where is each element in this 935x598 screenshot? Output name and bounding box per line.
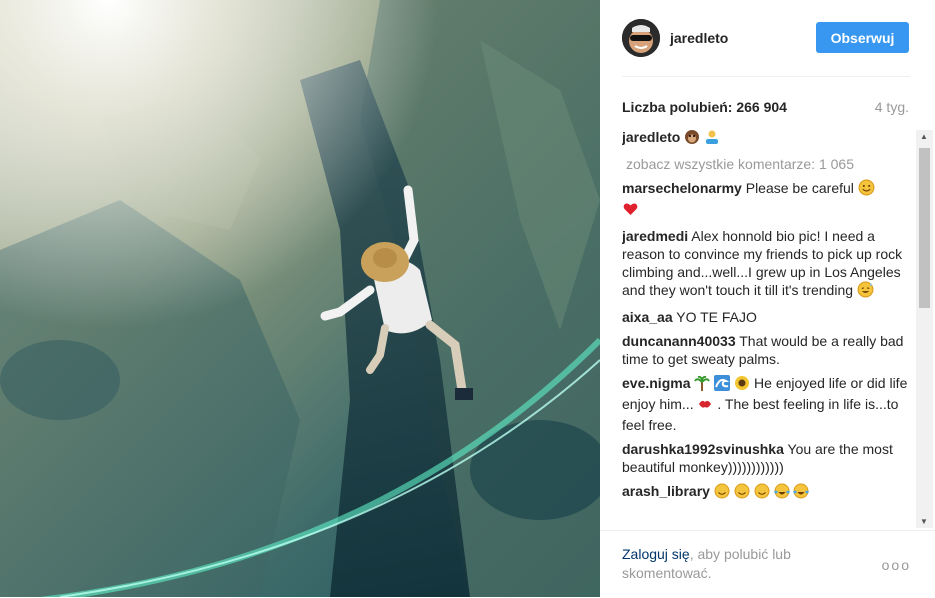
comment-username[interactable]: jaredmedi xyxy=(622,228,688,244)
likes-count[interactable]: Liczba polubień: 266 904 xyxy=(622,99,787,115)
comment-item: darushka1992svinushka You are the most b… xyxy=(622,440,912,476)
caption: jaredleto xyxy=(622,128,912,149)
comment-item: arash_library xyxy=(622,482,912,503)
sunflower-emoji-icon xyxy=(734,375,750,395)
comment-username[interactable]: arash_library xyxy=(622,483,710,499)
comment-item: duncanann40033 That would be a really ba… xyxy=(622,332,912,368)
comment-item: jaredmedi Alex honnold bio pic! I need a… xyxy=(622,227,912,302)
wave-emoji-icon xyxy=(714,375,731,395)
scroll-up-arrow-icon[interactable]: ▲ xyxy=(920,132,928,141)
comment-item: aixa_aa YO TE FAJO xyxy=(622,308,912,326)
avatar-image xyxy=(622,19,660,57)
heart-emoji-icon xyxy=(622,201,639,221)
caption-username[interactable]: jaredleto xyxy=(622,129,680,145)
comment-username[interactable]: duncanann40033 xyxy=(622,333,736,349)
swimmer-emoji-icon xyxy=(704,129,720,149)
more-options-icon[interactable]: ooo xyxy=(882,557,911,573)
post-header: jaredleto Obserwuj xyxy=(622,0,910,77)
climber-photo xyxy=(0,0,600,597)
comment-text: Please be careful xyxy=(745,180,854,196)
smile-emoji-icon xyxy=(858,179,875,200)
lips-emoji-icon xyxy=(697,396,713,416)
comments-scrollbar[interactable]: ▲ ▼ xyxy=(916,130,933,528)
comment-username[interactable]: darushka1992svinushka xyxy=(622,441,784,457)
comment-username[interactable]: aixa_aa xyxy=(622,309,673,325)
post-photo[interactable] xyxy=(0,0,600,597)
avatar[interactable] xyxy=(622,19,660,57)
post-age[interactable]: 4 tyg. xyxy=(875,99,909,115)
comments-list[interactable]: jaredleto zobacz wszystkie komentarze: 1… xyxy=(622,128,912,528)
comment-username[interactable]: marsechelonarmy xyxy=(622,180,742,196)
comment-item: eve.nigma He enjoyed life or did life en… xyxy=(622,374,912,434)
tears-of-joy-emoji-icon xyxy=(793,483,810,503)
login-prompt: Zaloguj się, aby polubić lub skomentować… xyxy=(622,545,842,583)
login-link[interactable]: Zaloguj się xyxy=(622,546,690,562)
username-link[interactable]: jaredleto xyxy=(670,30,728,46)
sweat-smile-emoji-icon xyxy=(857,281,874,302)
tears-of-joy-emoji-icon xyxy=(773,483,790,503)
view-all-comments-link[interactable]: zobacz wszystkie komentarze: 1 065 xyxy=(626,155,912,173)
comment-item: marsechelonarmy Please be careful xyxy=(622,179,912,221)
post-sidebar: jaredleto Obserwuj Liczba polubień: 266 … xyxy=(600,0,935,597)
smile-emoji-icon xyxy=(714,483,730,503)
smile-emoji-icon xyxy=(734,483,750,503)
monkey-emoji-icon xyxy=(684,129,700,149)
smile-emoji-icon xyxy=(754,483,770,503)
comment-username[interactable]: eve.nigma xyxy=(622,375,690,391)
scrollbar-thumb[interactable] xyxy=(919,148,930,308)
follow-button[interactable]: Obserwuj xyxy=(816,22,909,53)
comment-text: YO TE FAJO xyxy=(676,309,757,325)
scroll-down-arrow-icon[interactable]: ▼ xyxy=(920,517,928,526)
post-footer: Zaloguj się, aby polubić lub skomentować… xyxy=(600,530,935,598)
palm-tree-emoji-icon xyxy=(694,375,711,395)
post-view: jaredleto Obserwuj Liczba polubień: 266 … xyxy=(0,0,935,597)
